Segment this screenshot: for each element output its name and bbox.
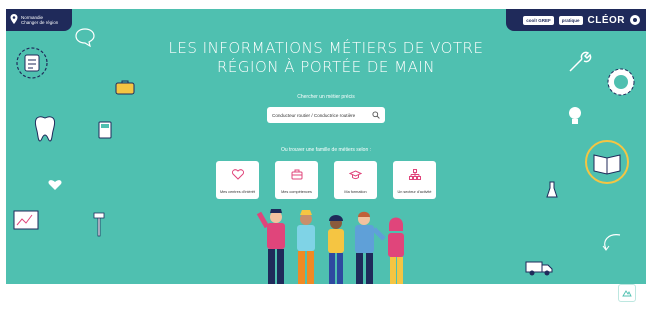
hero-section: Normandie Changer de région cool! GREF p… [6, 9, 646, 284]
calculator-icon [98, 121, 112, 139]
partner-badge-pratique[interactable]: pratique [558, 15, 583, 25]
change-region-link[interactable]: Changer de région [21, 20, 58, 25]
card-interests[interactable]: Mes centres d'intérêt [216, 161, 259, 199]
job-family-cards: Mes centres d'intérêt Mes compétences Ma… [6, 161, 646, 199]
monitor-chart-icon [13, 210, 39, 230]
search-placeholder: Conducteur routier / Conductrice routièr… [272, 112, 356, 118]
brand-logo-icon [630, 15, 640, 25]
headline-line-2: RÉGION À PORTÉE DE MAIN [217, 58, 435, 76]
page-bottom-area [0, 284, 646, 309]
card-sector[interactable]: Un secteur d'activité [393, 161, 436, 199]
graduation-cap-icon [348, 167, 363, 185]
truck-icon [525, 261, 553, 276]
people-illustration [256, 209, 404, 284]
job-search-input[interactable]: Conducteur routier / Conductrice routièr… [267, 107, 385, 123]
lightbulb-icon [569, 107, 581, 124]
brand-bar: cool! GREF pratique CLÉOR [506, 9, 646, 31]
region-selector[interactable]: Normandie Changer de région [6, 9, 72, 31]
hammer-icon [93, 212, 105, 237]
location-pin-icon [10, 11, 18, 29]
accessibility-widget[interactable] [618, 284, 636, 302]
brand-logo-text[interactable]: CLÉOR [588, 15, 626, 26]
arrow-curve-icon [602, 234, 621, 251]
tooth-icon [34, 116, 56, 142]
card-training[interactable]: Ma formation [334, 161, 377, 199]
headline-line-1: LES INFORMATIONS MÉTIERS DE VOTRE [168, 39, 484, 57]
search-icon[interactable] [372, 106, 380, 124]
browse-label: Ou trouver une famille de métiers selon … [280, 147, 372, 153]
card-label: Mes centres d'intérêt [219, 189, 256, 194]
heart-icon [231, 167, 244, 185]
org-chart-icon [408, 167, 421, 185]
card-label: Mes compétences [281, 189, 312, 194]
person-3 [328, 215, 344, 284]
briefcase-icon [291, 167, 303, 185]
search-label: Chercher un métier précis [297, 94, 355, 100]
accessibility-icon [622, 284, 632, 302]
person-5 [388, 217, 404, 284]
person-1 [256, 209, 285, 284]
person-4 [355, 211, 386, 284]
partner-badge-gref[interactable]: cool! GREF [523, 15, 554, 25]
card-skills[interactable]: Mes compétences [275, 161, 318, 199]
card-label: Un secteur d'activité [397, 189, 432, 194]
card-label: Ma formation [344, 189, 367, 194]
briefcase-doodle-icon [115, 80, 135, 95]
person-2 [297, 210, 315, 284]
